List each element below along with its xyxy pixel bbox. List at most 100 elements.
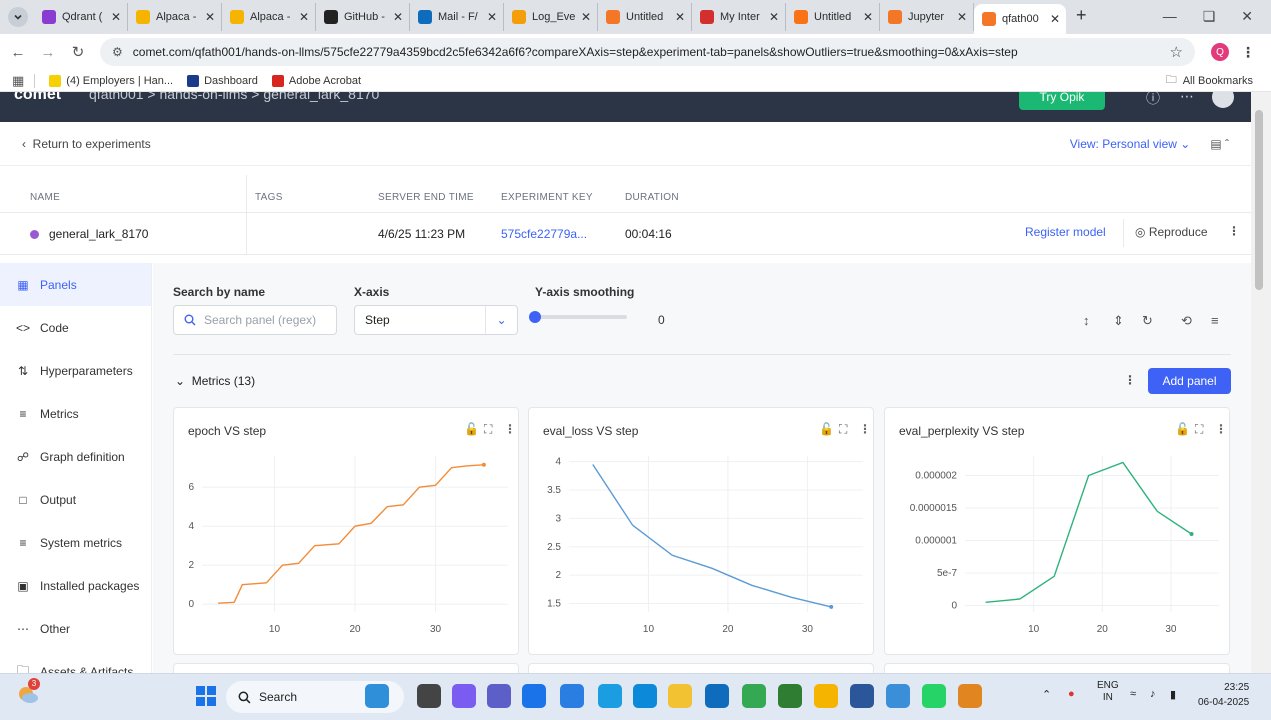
reload-icon[interactable]: ↻ bbox=[66, 43, 90, 61]
metrics-section-toggle[interactable]: ⌄ Metrics (13) bbox=[175, 374, 255, 388]
omnibox[interactable]: ⚙ comet.com/qfath001/hands-on-llms/575cf… bbox=[100, 38, 1195, 66]
table-row[interactable]: general_lark_8170 4/6/25 11:23 PM 575cfe… bbox=[0, 213, 1251, 255]
apps-grid-icon[interactable]: ▦ bbox=[12, 73, 24, 89]
browser-tab[interactable]: Alpaca - ✕ bbox=[128, 3, 222, 31]
fullscreen-icon[interactable]: ⛶ bbox=[484, 422, 492, 437]
back-icon[interactable]: ← bbox=[6, 44, 30, 61]
url-text[interactable]: comet.com/qfath001/hands-on-llms/575cfe2… bbox=[133, 45, 1170, 59]
edge-app-icon[interactable] bbox=[633, 684, 657, 708]
profile-avatar[interactable]: Q bbox=[1211, 43, 1229, 61]
sidebar-item-code[interactable]: <> Code bbox=[0, 306, 151, 349]
browser-tab[interactable]: Alpaca - ✕ bbox=[222, 3, 316, 31]
sidebar-item-hyperparameters[interactable]: ⇅ Hyperparameters bbox=[0, 349, 151, 392]
taskbar-clock[interactable]: 23:25 06-04-2025 bbox=[1198, 680, 1249, 710]
user-avatar[interactable] bbox=[1212, 92, 1234, 108]
tab-close-icon[interactable]: ✕ bbox=[957, 10, 967, 24]
series-end-point[interactable] bbox=[481, 462, 486, 467]
series-line[interactable] bbox=[985, 461, 1192, 603]
bookmark-item[interactable]: Adobe Acrobat bbox=[271, 74, 361, 87]
teams-app-icon[interactable] bbox=[487, 684, 511, 708]
chart-plot[interactable]: 0 5e-7 0.000001 0.0000015 0.000002 10 20 30 bbox=[885, 448, 1231, 648]
windows-start-icon[interactable] bbox=[196, 686, 216, 706]
browser-tab[interactable]: Untitled ✕ bbox=[598, 3, 692, 31]
more-icon[interactable]: ⋯ bbox=[1180, 92, 1194, 105]
forward-icon[interactable]: → bbox=[36, 44, 60, 61]
bookmark-item[interactable]: (4) Employers | Han... bbox=[49, 74, 173, 87]
series-end-point[interactable] bbox=[1189, 532, 1194, 536]
tab-close-icon[interactable]: ✕ bbox=[299, 10, 309, 24]
settings-sliders-icon[interactable]: ≡ bbox=[1211, 313, 1219, 328]
experiment-name[interactable]: general_lark_8170 bbox=[30, 227, 148, 241]
battery-icon[interactable]: ▮ bbox=[1170, 688, 1176, 701]
all-bookmarks[interactable]: 🗀 All Bookmarks bbox=[1166, 71, 1253, 90]
tab-close-icon[interactable]: ✕ bbox=[111, 10, 121, 24]
network-app-icon[interactable] bbox=[958, 684, 982, 708]
new-tab-icon[interactable]: + bbox=[1076, 5, 1087, 26]
panel-more-icon[interactable]: ⋮ bbox=[504, 422, 516, 436]
column-tags[interactable]: TAGS bbox=[255, 192, 283, 203]
browser-tab[interactable]: Untitled ✕ bbox=[786, 3, 880, 31]
tab-close-icon[interactable]: ✕ bbox=[1050, 12, 1060, 26]
language-indicator[interactable]: ENG IN bbox=[1097, 680, 1119, 704]
lock-icon[interactable]: 🔓 bbox=[1175, 422, 1190, 436]
browser-tab[interactable]: GitHub - ✕ bbox=[316, 3, 410, 31]
slider-handle[interactable] bbox=[529, 311, 541, 323]
refresh-icon[interactable]: ↻ bbox=[1142, 313, 1153, 329]
chrome-canary-app-icon[interactable] bbox=[814, 684, 838, 708]
page-scrollbar[interactable] bbox=[1251, 92, 1271, 673]
browser-tab[interactable]: Jupyter ✕ bbox=[880, 3, 974, 31]
chrome-dev-app-icon[interactable] bbox=[778, 684, 802, 708]
browser-tab[interactable]: Qdrant (✕ bbox=[34, 3, 128, 31]
search-panel-input[interactable]: Search panel (regex) bbox=[173, 305, 337, 335]
metrics-more-icon[interactable]: ⋮ bbox=[1124, 373, 1136, 387]
sidebar-item-output[interactable]: □ Output bbox=[0, 478, 151, 521]
tray-chevron-icon[interactable]: ⌃ bbox=[1042, 688, 1051, 701]
comet-logo[interactable]: comet bbox=[14, 92, 61, 103]
tab-close-icon[interactable]: ✕ bbox=[205, 10, 215, 24]
browser-tab[interactable]: Mail - F/ ✕ bbox=[410, 3, 504, 31]
close-window-icon[interactable]: ✕ bbox=[1241, 8, 1253, 25]
column-duration[interactable]: DURATION bbox=[625, 192, 679, 203]
lock-icon[interactable]: 🔓 bbox=[464, 422, 479, 436]
whatsapp-app-icon[interactable] bbox=[922, 684, 946, 708]
bookmark-star-icon[interactable]: ☆ bbox=[1170, 43, 1183, 61]
chart-panel[interactable]: eval_loss VS step 🔓 ⛶ ⋮ 1.5 2 2.5 3 3.5 4 10 20 30 bbox=[528, 407, 874, 655]
sidebar-item-panels[interactable]: ▦ Panels bbox=[0, 263, 151, 306]
series-line[interactable] bbox=[592, 464, 832, 608]
chart-panel[interactable]: epoch VS step 🔓 ⛶ ⋮ 0 2 4 6 10 20 30 bbox=[173, 407, 519, 655]
restore-icon[interactable]: ❏ bbox=[1203, 8, 1216, 25]
security-icon[interactable]: ● bbox=[1068, 688, 1075, 700]
fullscreen-icon[interactable]: ⛶ bbox=[839, 422, 847, 437]
bookmark-item[interactable]: Dashboard bbox=[187, 74, 258, 87]
panel-more-icon[interactable]: ⋮ bbox=[1215, 422, 1227, 436]
word-app-icon[interactable] bbox=[850, 684, 874, 708]
browser-tab[interactable]: Log_Eve ✕ bbox=[504, 3, 598, 31]
register-model-button[interactable]: Register model bbox=[1025, 225, 1106, 239]
chart-plot[interactable]: 1.5 2 2.5 3 3.5 4 10 20 30 bbox=[529, 448, 875, 648]
panel-more-icon[interactable]: ⋮ bbox=[859, 422, 871, 436]
camera-app-icon[interactable] bbox=[417, 684, 441, 708]
copilot-app-icon[interactable] bbox=[452, 684, 476, 708]
column-name[interactable]: NAME bbox=[30, 192, 60, 203]
tab-close-icon[interactable]: ✕ bbox=[863, 10, 873, 24]
smoothing-slider[interactable] bbox=[529, 311, 627, 323]
sidebar-item-other[interactable]: ⋯ Other bbox=[0, 607, 151, 650]
row-more-icon[interactable]: ⋮ bbox=[1228, 224, 1240, 238]
tab-close-icon[interactable]: ✕ bbox=[581, 10, 591, 24]
breadcrumb-path[interactable]: qfath001 > hands-on-llms > general_lark_… bbox=[89, 92, 379, 102]
files-app-icon[interactable] bbox=[365, 684, 389, 708]
browser-tab[interactable]: My Inter ✕ bbox=[692, 3, 786, 31]
table-toggle-icon[interactable]: ▤ ˆ bbox=[1210, 137, 1229, 151]
experiment-key-link[interactable]: 575cfe22779a... bbox=[501, 227, 587, 241]
chart-panel[interactable]: eval_perplexity VS step 🔓 ⛶ ⋮ 0 5e-7 0.000001 0… bbox=[884, 407, 1230, 655]
scrollbar-thumb[interactable] bbox=[1255, 110, 1263, 290]
minimize-icon[interactable]: — bbox=[1163, 8, 1177, 25]
volume-icon[interactable]: ♪ bbox=[1150, 688, 1156, 700]
help-icon[interactable]: ⓘ bbox=[1146, 92, 1160, 108]
reproduce-button[interactable]: ◎ Reproduce bbox=[1135, 225, 1208, 239]
sidebar-item-assets-artifacts[interactable]: 🗀 Assets & Artifacts bbox=[0, 650, 151, 673]
tab-close-icon[interactable]: ✕ bbox=[769, 10, 779, 24]
wifi-icon[interactable]: ≈ bbox=[1130, 688, 1136, 700]
add-panel-button[interactable]: Add panel bbox=[1148, 368, 1231, 394]
browser-menu-icon[interactable]: ⋮ bbox=[1241, 44, 1255, 61]
